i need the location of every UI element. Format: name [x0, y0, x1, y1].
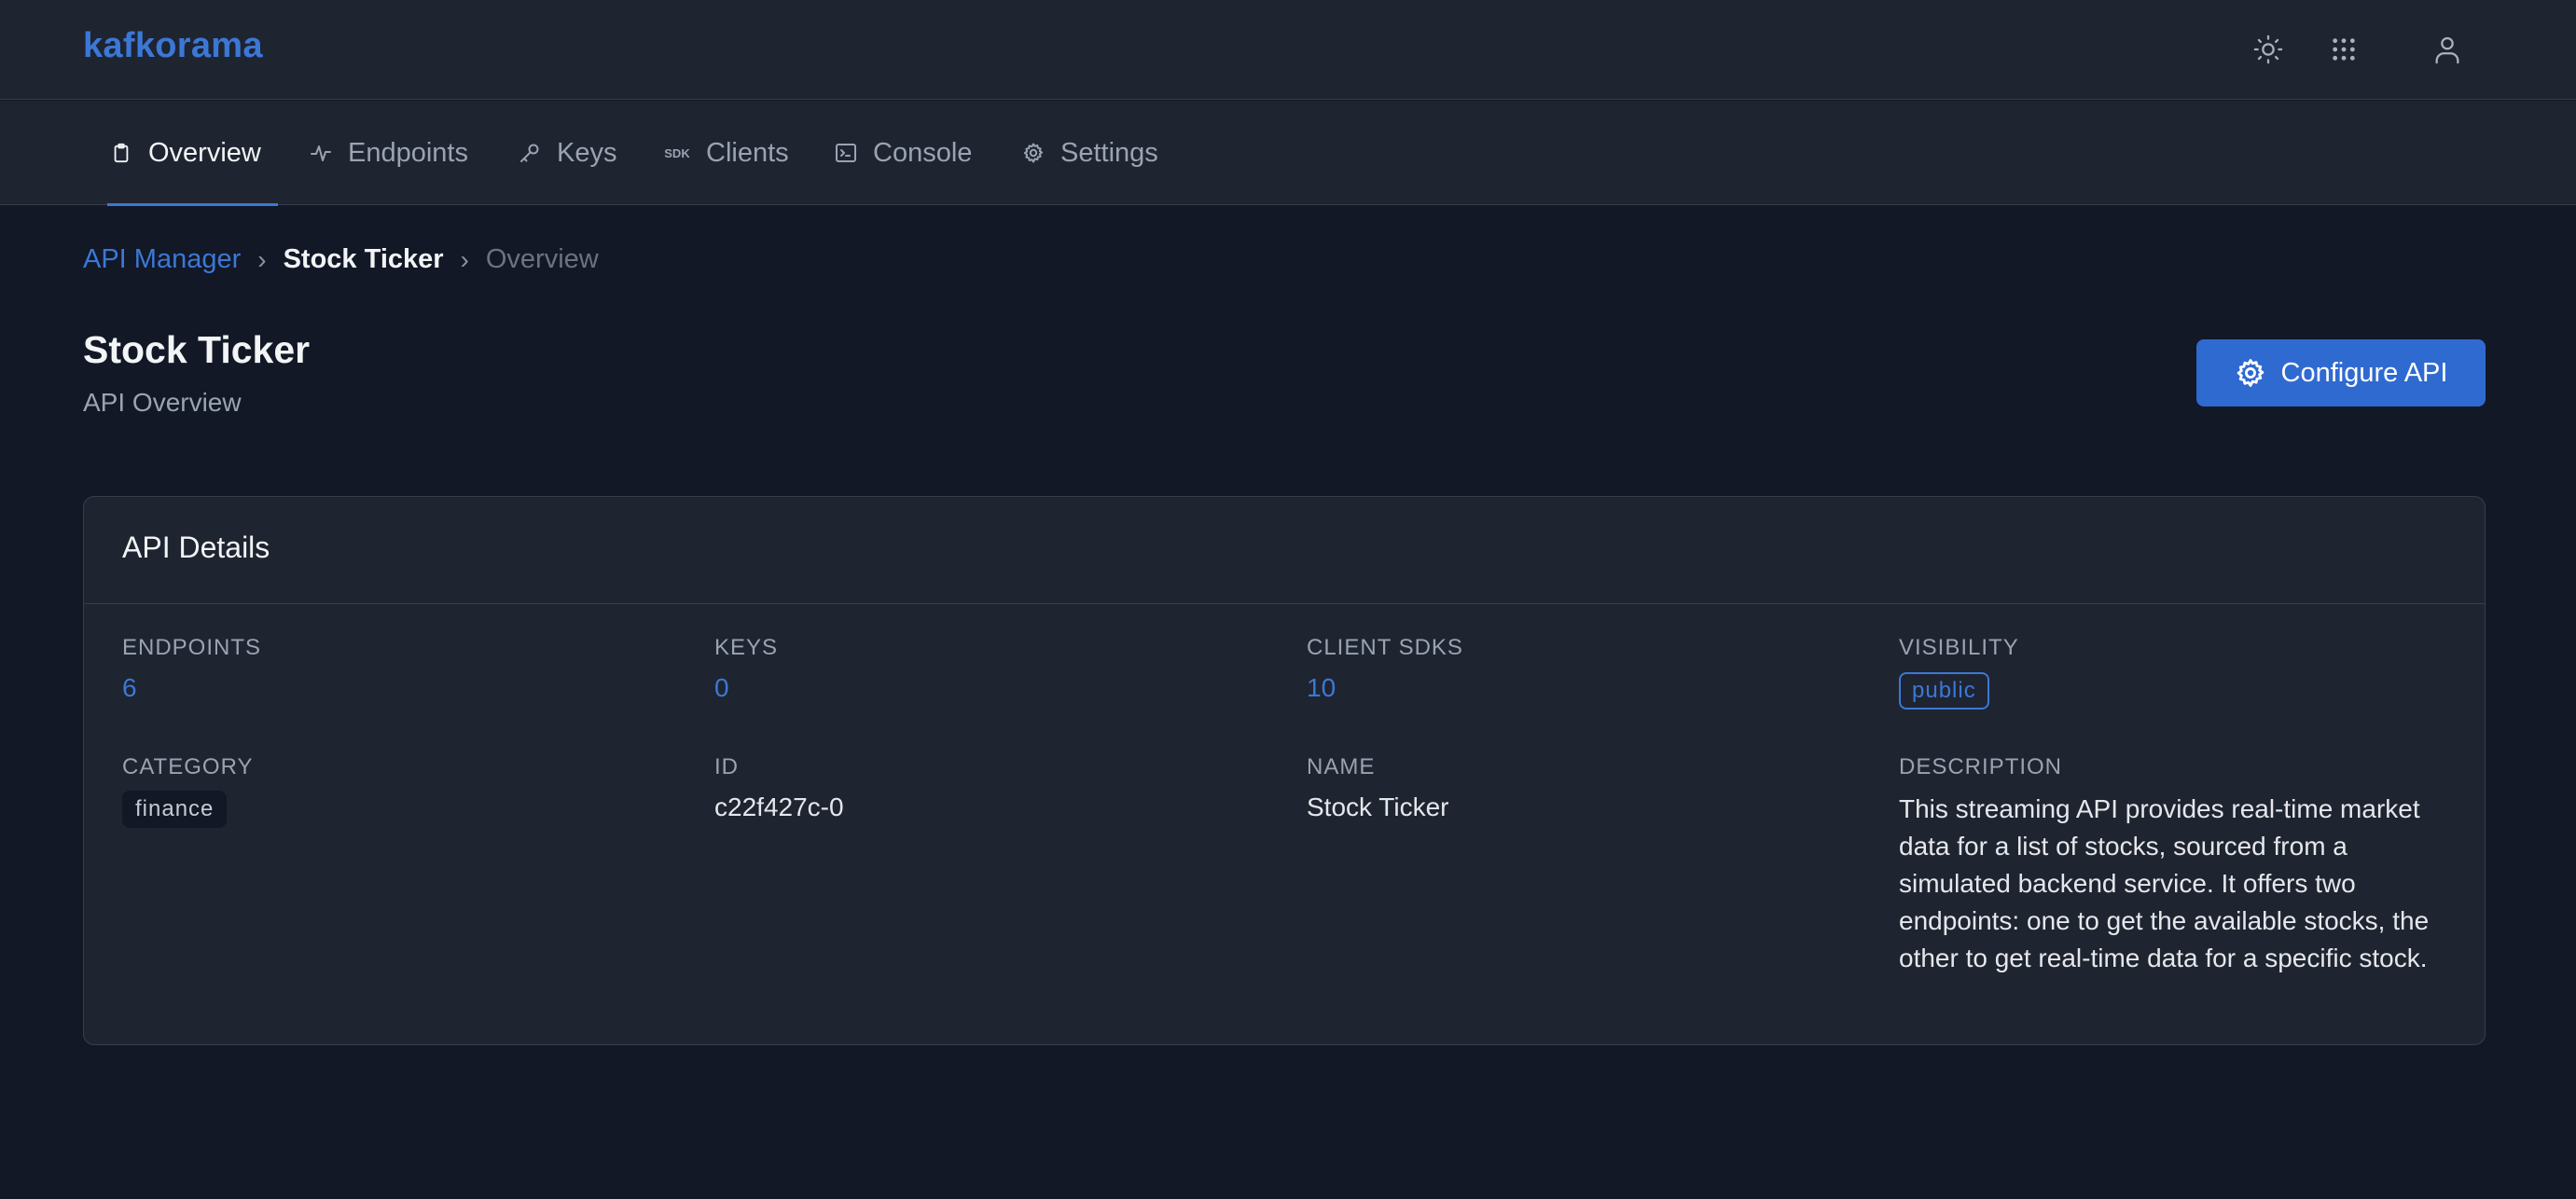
sdk-icon: SDK — [664, 145, 690, 160]
id-label: ID — [714, 754, 739, 779]
breadcrumb-separator: › — [257, 244, 267, 274]
breadcrumb-stock-ticker[interactable]: Stock Ticker — [284, 244, 444, 275]
client-sdks-count[interactable]: 10 — [1307, 673, 1336, 703]
tab-clients-label: Clients — [706, 137, 789, 168]
description-text: This streaming API provides real-time ma… — [1899, 794, 2430, 972]
brand-logo[interactable]: kafkorama — [83, 26, 263, 66]
breadcrumb-separator: › — [460, 244, 469, 274]
visibility-label: VISIBILITY — [1899, 635, 2019, 660]
id-value: c22f427c-0 — [714, 792, 844, 821]
card-title: API Details — [122, 531, 270, 564]
keys-label: KEYS — [714, 635, 779, 660]
api-details-card: API Details ENDPOINTS 6 KEYS 0 CLIENT SD… — [83, 496, 2486, 1045]
tab-console-label: Console — [873, 137, 973, 168]
tab-clients[interactable]: SDK Clients — [663, 101, 789, 205]
key-icon — [518, 141, 542, 165]
page-title: Stock Ticker — [83, 328, 311, 371]
category-badge: finance — [122, 791, 228, 828]
endpoints-count[interactable]: 6 — [122, 673, 137, 703]
client-sdks-label: CLIENT SDKS — [1307, 635, 1463, 660]
tab-endpoints[interactable]: Endpoints — [309, 101, 468, 205]
configure-api-label: Configure API — [2280, 357, 2448, 388]
visibility-badge: public — [1899, 672, 1989, 710]
gear-icon — [1021, 141, 1046, 165]
tab-settings-label: Settings — [1060, 137, 1158, 168]
top-bar: kafkorama — [0, 0, 2576, 100]
description-label: DESCRIPTION — [1899, 754, 2063, 779]
page-subtitle: API Overview — [83, 388, 242, 417]
tab-overview-label: Overview — [148, 137, 261, 168]
tab-overview[interactable]: Overview — [107, 101, 278, 206]
clipboard-icon — [109, 141, 133, 165]
endpoints-label: ENDPOINTS — [122, 635, 262, 660]
nav-tabs: Overview Endpoints Keys SDK Clients Cons… — [0, 101, 2576, 206]
breadcrumb: API Manager › Stock Ticker › Overview — [83, 244, 599, 275]
name-label: NAME — [1307, 754, 1376, 779]
breadcrumb-overview: Overview — [485, 244, 599, 274]
card-header: API Details — [84, 497, 2485, 604]
tab-keys-label: Keys — [557, 137, 617, 168]
gear-icon — [2235, 357, 2266, 389]
keys-count[interactable]: 0 — [714, 673, 729, 703]
user-icon[interactable] — [2426, 28, 2469, 71]
activity-icon — [309, 141, 333, 165]
breadcrumb-api-manager[interactable]: API Manager — [83, 244, 241, 275]
tab-endpoints-label: Endpoints — [348, 137, 468, 168]
tab-keys[interactable]: Keys — [518, 101, 616, 205]
name-value: Stock Ticker — [1307, 792, 1449, 821]
grid-icon[interactable] — [2322, 28, 2365, 71]
category-label: CATEGORY — [122, 754, 254, 779]
configure-api-button[interactable]: Configure API — [2196, 339, 2486, 407]
terminal-icon — [834, 141, 858, 165]
tab-settings[interactable]: Settings — [1021, 101, 1158, 205]
tab-console[interactable]: Console — [834, 101, 972, 205]
sun-icon[interactable] — [2247, 28, 2290, 71]
